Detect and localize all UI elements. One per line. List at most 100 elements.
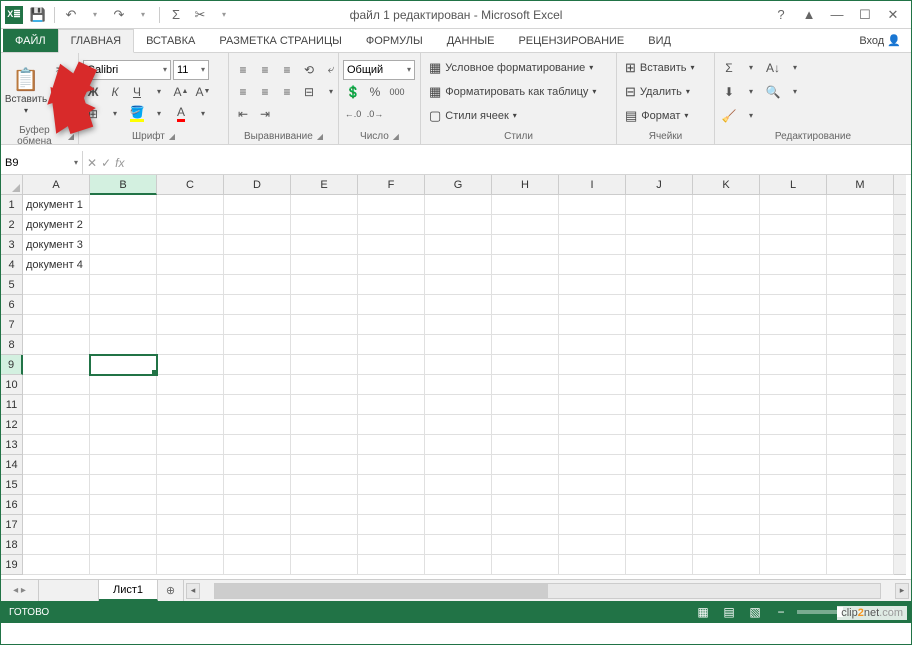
cell[interactable]	[827, 335, 894, 355]
orientation-button[interactable]: ⟲	[299, 60, 319, 80]
cell[interactable]	[358, 195, 425, 215]
autosum-button[interactable]: Σ	[165, 4, 187, 26]
increase-indent-button[interactable]: ⇥	[255, 104, 275, 124]
font-dialog-launcher[interactable]: ◢	[169, 132, 175, 141]
format-as-table-button[interactable]: ▦Форматировать как таблицу▾	[425, 82, 612, 102]
page-break-view-button[interactable]: ▧	[745, 604, 765, 620]
cell[interactable]	[760, 355, 827, 375]
cell[interactable]	[224, 475, 291, 495]
clipboard-dialog-launcher[interactable]: ◢	[68, 132, 74, 141]
cell[interactable]	[492, 435, 559, 455]
cell[interactable]	[492, 235, 559, 255]
cell[interactable]	[559, 415, 626, 435]
minimize-button[interactable]: —	[825, 5, 849, 25]
cell[interactable]	[492, 355, 559, 375]
cell[interactable]	[90, 435, 157, 455]
cell[interactable]	[224, 495, 291, 515]
align-middle-button[interactable]: ≡	[255, 60, 275, 80]
cell[interactable]	[224, 355, 291, 375]
cell[interactable]	[358, 415, 425, 435]
cell[interactable]	[291, 455, 358, 475]
cell[interactable]	[827, 255, 894, 275]
column-header[interactable]: A	[23, 175, 90, 195]
tab-page-layout[interactable]: РАЗМЕТКА СТРАНИЦЫ	[207, 29, 353, 52]
cell[interactable]	[559, 215, 626, 235]
cell[interactable]	[23, 515, 90, 535]
paste-button[interactable]: 📋 Вставить ▾	[5, 55, 47, 128]
cell[interactable]	[425, 195, 492, 215]
align-top-button[interactable]: ≡	[233, 60, 253, 80]
autosum-ribbon-button[interactable]: Σ	[719, 58, 739, 78]
cell[interactable]	[157, 255, 224, 275]
cell[interactable]	[827, 515, 894, 535]
cell[interactable]	[23, 415, 90, 435]
cell[interactable]	[90, 415, 157, 435]
cell[interactable]	[358, 295, 425, 315]
cell[interactable]	[157, 555, 224, 575]
cell[interactable]	[492, 535, 559, 555]
row-header[interactable]: 3	[1, 235, 23, 255]
ribbon-toggle-button[interactable]: ▲	[797, 5, 821, 25]
cell[interactable]	[90, 475, 157, 495]
cell[interactable]	[626, 475, 693, 495]
cell[interactable]	[559, 275, 626, 295]
cell[interactable]	[224, 195, 291, 215]
cell[interactable]	[626, 415, 693, 435]
cell[interactable]	[90, 215, 157, 235]
cell[interactable]	[760, 295, 827, 315]
cell[interactable]	[559, 335, 626, 355]
cell[interactable]	[90, 395, 157, 415]
cell[interactable]	[90, 515, 157, 535]
cell[interactable]	[425, 375, 492, 395]
cell[interactable]	[358, 435, 425, 455]
cut-small-button[interactable]: ✂	[51, 60, 71, 80]
cell[interactable]	[358, 475, 425, 495]
add-sheet-button[interactable]: ⊕	[158, 580, 184, 601]
row-header[interactable]: 9	[1, 355, 23, 375]
cell[interactable]	[559, 395, 626, 415]
cell[interactable]	[157, 375, 224, 395]
tab-data[interactable]: ДАННЫЕ	[435, 29, 507, 52]
cell[interactable]	[425, 495, 492, 515]
align-center-button[interactable]: ≡	[255, 82, 275, 102]
format-cells-button[interactable]: ▤Формат▾	[621, 106, 710, 126]
cell-styles-button[interactable]: ▢Стили ячеек▾	[425, 106, 612, 126]
close-button[interactable]: ✕	[881, 5, 905, 25]
sort-dropdown[interactable]: ▾	[785, 58, 805, 78]
cell[interactable]	[157, 275, 224, 295]
cell[interactable]	[492, 315, 559, 335]
cell[interactable]	[827, 435, 894, 455]
autosum-dropdown[interactable]: ▾	[741, 58, 761, 78]
select-all-corner[interactable]	[1, 175, 23, 195]
cell[interactable]	[693, 295, 760, 315]
format-painter-button[interactable]: 🖌	[51, 104, 71, 124]
decrease-decimal-button[interactable]: .0→	[365, 104, 385, 124]
row-header[interactable]: 8	[1, 335, 23, 355]
redo-button[interactable]: ↷	[108, 4, 130, 26]
row-header[interactable]: 11	[1, 395, 23, 415]
cell[interactable]	[291, 415, 358, 435]
cell[interactable]	[693, 555, 760, 575]
cell[interactable]	[760, 275, 827, 295]
cell[interactable]	[425, 355, 492, 375]
cell[interactable]	[224, 235, 291, 255]
cell[interactable]	[358, 355, 425, 375]
fx-button[interactable]: fx	[115, 156, 124, 170]
cell[interactable]	[626, 435, 693, 455]
cell[interactable]	[425, 455, 492, 475]
column-header[interactable]: D	[224, 175, 291, 195]
cell[interactable]	[626, 375, 693, 395]
cell[interactable]	[827, 495, 894, 515]
cell[interactable]	[760, 555, 827, 575]
cell[interactable]	[693, 335, 760, 355]
row-header[interactable]: 5	[1, 275, 23, 295]
cell[interactable]	[760, 475, 827, 495]
cell[interactable]	[224, 255, 291, 275]
cell[interactable]	[23, 275, 90, 295]
cell[interactable]	[760, 535, 827, 555]
cell[interactable]	[559, 315, 626, 335]
cell[interactable]	[827, 475, 894, 495]
cell[interactable]	[693, 495, 760, 515]
row-header[interactable]: 12	[1, 415, 23, 435]
column-header[interactable]: C	[157, 175, 224, 195]
